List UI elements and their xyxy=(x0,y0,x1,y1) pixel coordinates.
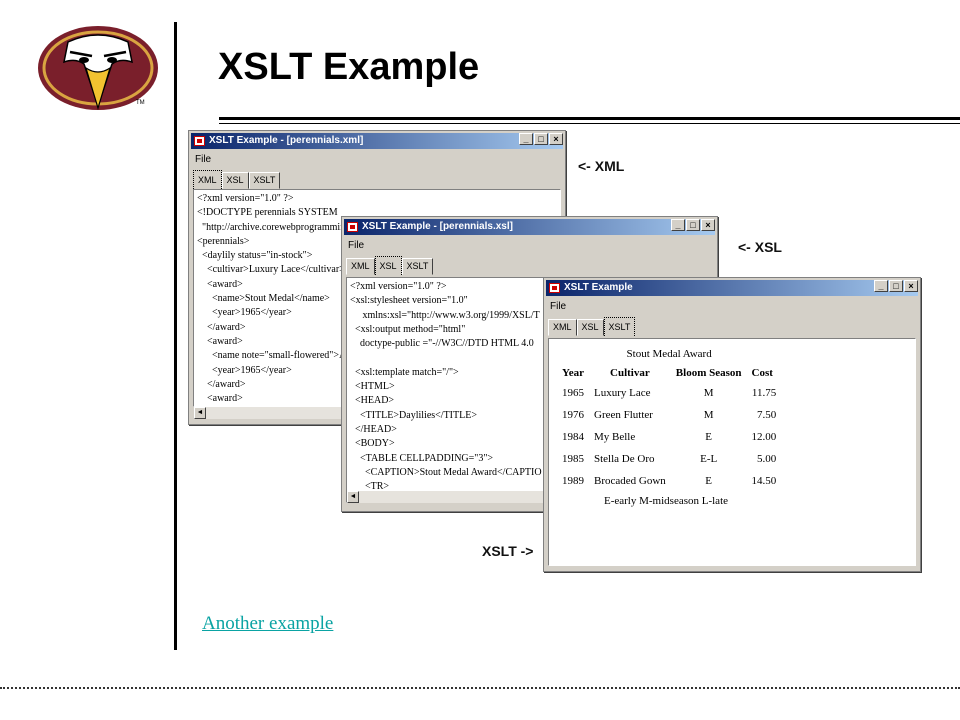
cell-year: 1985 xyxy=(562,453,584,465)
tab-xml[interactable]: XML xyxy=(193,170,222,189)
maximize-button[interactable]: □ xyxy=(534,133,548,145)
xsl-window-title: XSLT Example - [perennials.xsl] xyxy=(362,221,513,232)
cell-year: 1976 xyxy=(562,409,584,421)
horizontal-scrollbar[interactable]: ◄ xyxy=(347,491,543,503)
tab-xml[interactable]: XML xyxy=(548,319,577,336)
window-controls: _ □ × xyxy=(874,280,918,292)
cell-year: 1984 xyxy=(562,431,584,443)
menubar: File xyxy=(548,300,568,314)
cell-cultivar: Brocaded Gown xyxy=(594,475,666,487)
tab-xslt[interactable]: XSLT xyxy=(248,172,281,189)
eagle-logo-icon xyxy=(38,26,158,111)
vertical-rule xyxy=(174,22,177,650)
cell-bloom-season: M xyxy=(703,387,714,399)
table-row: 1985 Stella De Oro E-L 5.00 xyxy=(557,448,781,470)
xml-label: <- XML xyxy=(578,158,625,174)
slide-title: XSLT Example xyxy=(218,46,480,88)
column-header-year: Year xyxy=(562,367,584,379)
result-caption: Stout Medal Award xyxy=(626,348,712,360)
tab-xslt[interactable]: XSLT xyxy=(401,258,434,275)
tab-xsl[interactable]: XSL xyxy=(221,172,249,189)
xslt-window-titlebar[interactable]: XSLT Example xyxy=(546,280,918,296)
cell-bloom-season: E xyxy=(705,475,713,487)
column-header-bloom-season: Bloom Season xyxy=(675,367,742,379)
window-controls: _ □ × xyxy=(671,219,715,231)
table-row: 1976 Green Flutter M 7.50 xyxy=(557,404,781,426)
app-icon xyxy=(549,283,560,293)
table-row: 1989 Brocaded Gown E 14.50 xyxy=(557,470,781,492)
cell-bloom-season: E-L xyxy=(700,453,718,465)
xml-window-titlebar[interactable]: XSLT Example - [perennials.xml] xyxy=(191,133,563,149)
menu-file[interactable]: File xyxy=(548,301,568,312)
minimize-button[interactable]: _ xyxy=(874,280,888,292)
cell-year: 1989 xyxy=(562,475,584,487)
cell-cost: 14.50 xyxy=(751,475,777,487)
cell-cost: 11.75 xyxy=(751,387,777,399)
app-icon xyxy=(194,136,205,146)
xsl-window-titlebar[interactable]: XSLT Example - [perennials.xsl] xyxy=(344,219,715,235)
maximize-button[interactable]: □ xyxy=(686,219,700,231)
scroll-left-arrow-icon[interactable]: ◄ xyxy=(347,491,359,503)
minimize-button[interactable]: _ xyxy=(519,133,533,145)
xslt-result-pane: Stout Medal Award Year Cultivar Bloom Se… xyxy=(548,338,916,566)
menu-file[interactable]: File xyxy=(193,154,213,165)
table-row: 1965 Luxury Lace M 11.75 xyxy=(557,382,781,404)
close-button[interactable]: × xyxy=(701,219,715,231)
menubar: File xyxy=(346,239,366,253)
close-button[interactable]: × xyxy=(904,280,918,292)
xslt-label: XSLT -> xyxy=(482,543,534,559)
menubar: File xyxy=(193,153,213,167)
cell-cost: 12.00 xyxy=(751,431,777,443)
code-line: <?xml version="1.0" ?> xyxy=(197,193,294,204)
xsl-label: <- XSL xyxy=(738,239,782,255)
minimize-button[interactable]: _ xyxy=(671,219,685,231)
tab-xsl[interactable]: XSL xyxy=(576,319,604,336)
tab-xml[interactable]: XML xyxy=(346,258,375,275)
cell-cost: 5.00 xyxy=(757,453,777,465)
bloom-season-legend: E-early M-midseason L-late xyxy=(604,495,729,507)
table-row: 1984 My Belle E 12.00 xyxy=(557,426,781,448)
maximize-button[interactable]: □ xyxy=(889,280,903,292)
tab-xslt[interactable]: XSLT xyxy=(603,317,636,336)
another-example-link[interactable]: Another example xyxy=(202,613,333,635)
cell-year: 1965 xyxy=(562,387,584,399)
cell-bloom-season: E xyxy=(705,431,713,443)
trademark-mark: TM xyxy=(136,100,145,106)
cell-cultivar: Stella De Oro xyxy=(594,453,655,465)
tab-xsl[interactable]: XSL xyxy=(374,256,402,275)
xml-window-title: XSLT Example - [perennials.xml] xyxy=(209,135,364,146)
cell-bloom-season: M xyxy=(703,409,714,421)
cell-cultivar: My Belle xyxy=(594,431,636,443)
footer-dotted-rule xyxy=(0,687,960,689)
result-table: Stout Medal Award Year Cultivar Bloom Se… xyxy=(557,345,781,492)
window-controls: _ □ × xyxy=(519,133,563,145)
tab-bar: XML XSL XSLT xyxy=(548,317,636,336)
tab-bar: XML XSL XSLT xyxy=(193,170,281,189)
table-header-row: Year Cultivar Bloom Season Cost xyxy=(557,364,781,382)
cell-cost: 7.50 xyxy=(757,409,777,421)
horizontal-rule-thin xyxy=(219,123,960,124)
column-header-cost: Cost xyxy=(751,367,773,379)
menu-file[interactable]: File xyxy=(346,240,366,251)
horizontal-rule xyxy=(219,117,960,120)
cell-cultivar: Green Flutter xyxy=(594,409,653,421)
xslt-window-title: XSLT Example xyxy=(564,282,633,293)
xslt-window: XSLT Example _ □ × File XML XSL XSLT Sto… xyxy=(543,277,921,572)
column-header-cultivar: Cultivar xyxy=(610,367,650,379)
close-button[interactable]: × xyxy=(549,133,563,145)
cell-cultivar: Luxury Lace xyxy=(594,387,651,399)
app-icon xyxy=(347,222,358,232)
tab-bar: XML XSL XSLT xyxy=(346,256,434,275)
scroll-left-arrow-icon[interactable]: ◄ xyxy=(194,407,206,419)
